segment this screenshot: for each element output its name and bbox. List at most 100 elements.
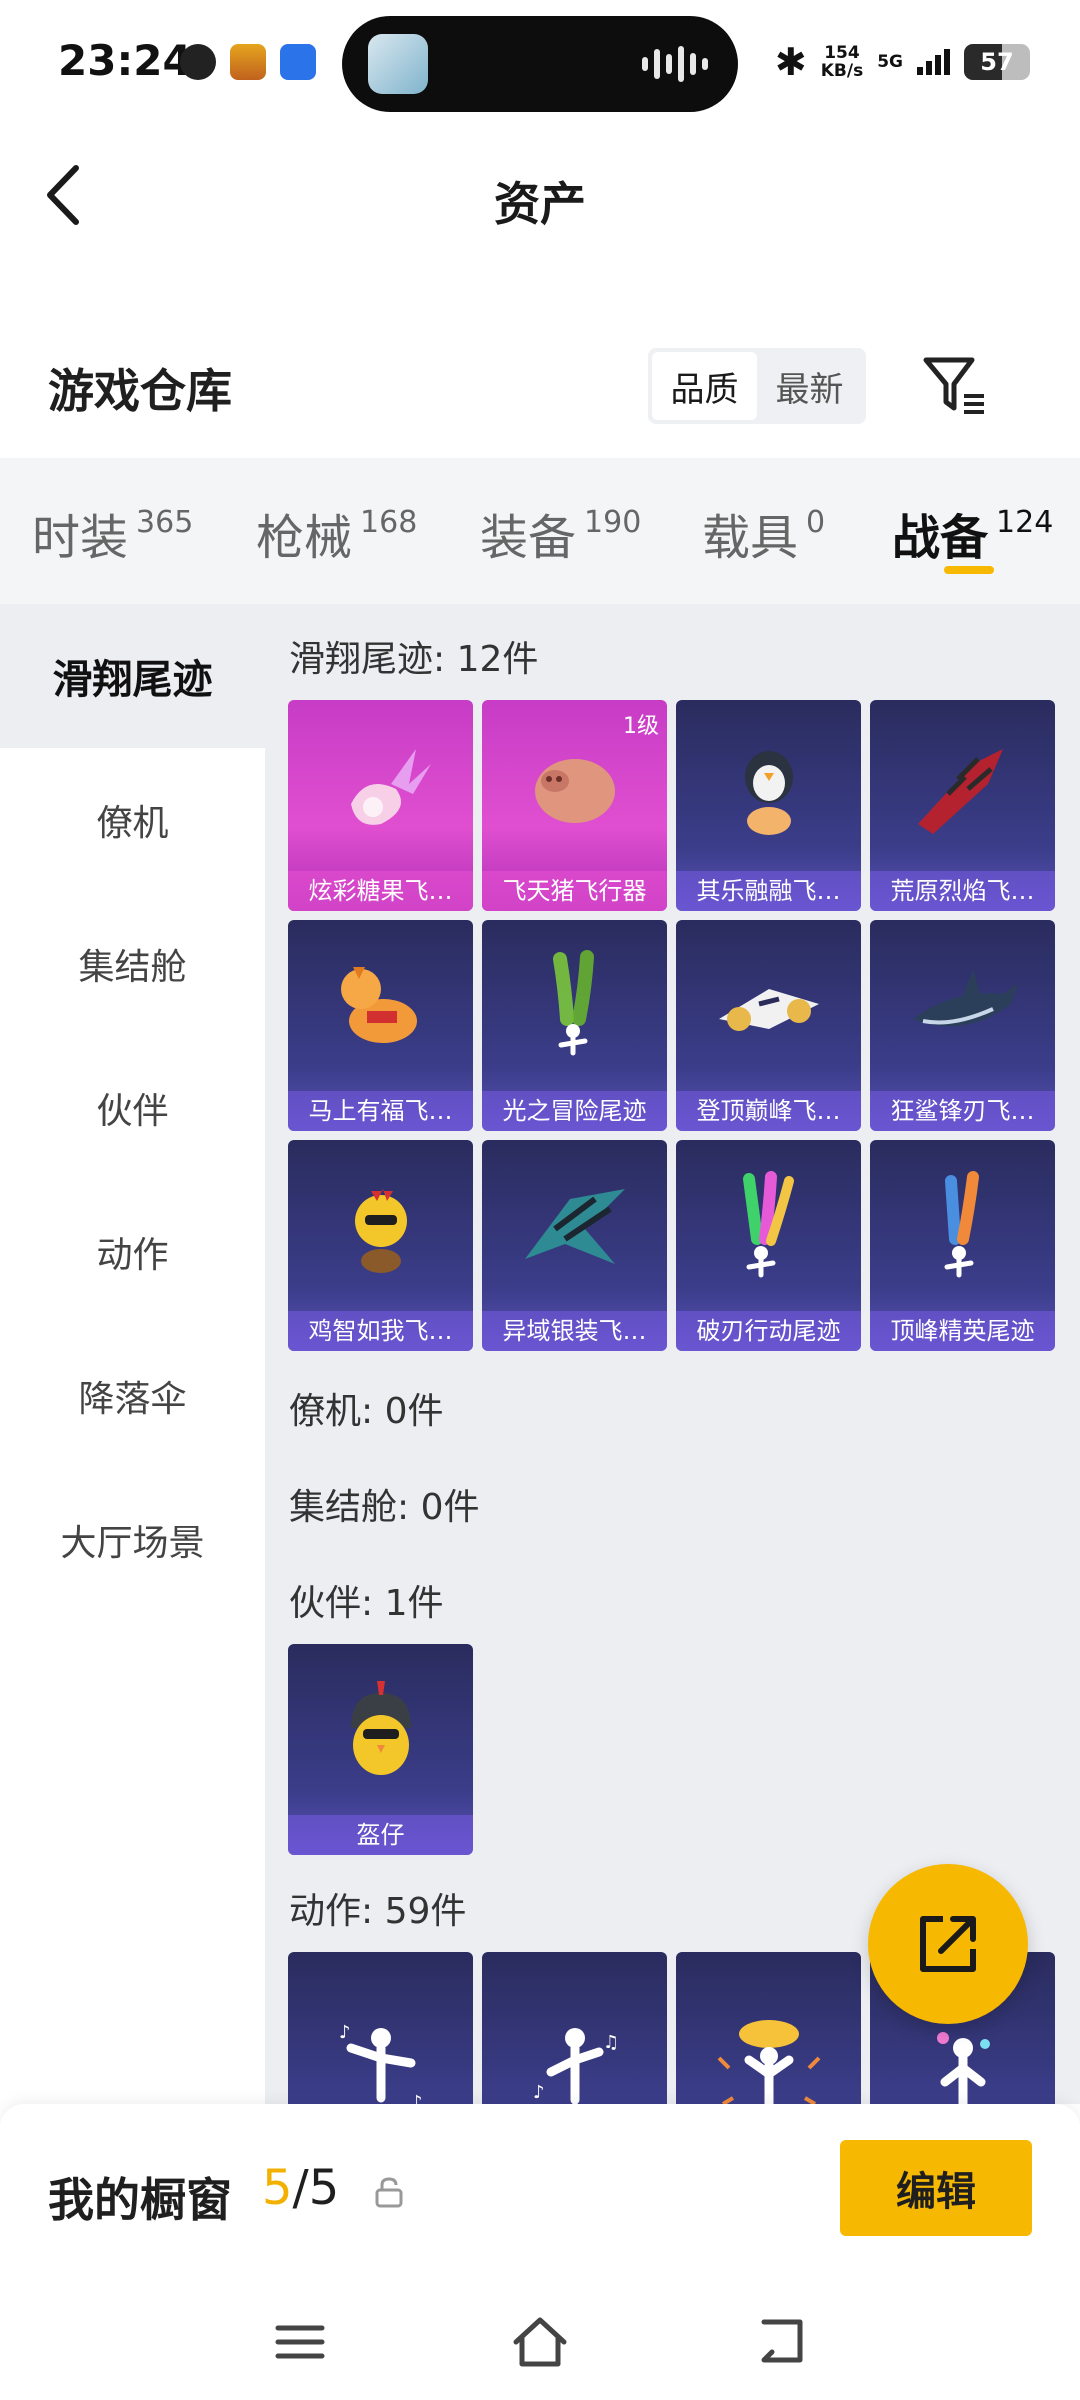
section-title-wingman: 僚机: 0件 (289, 1391, 444, 1432)
filter-icon[interactable] (920, 352, 990, 418)
menu-icon[interactable] (270, 2312, 330, 2372)
home-icon[interactable] (510, 2312, 570, 2372)
partner-grid: 盔仔 (288, 1644, 1055, 1855)
game-notification-icon (230, 44, 266, 80)
item-card[interactable]: 狂鲨锋刃飞… (870, 920, 1055, 1131)
back-nav-icon[interactable] (752, 2312, 812, 2372)
item-card[interactable]: 1级 飞天猪飞行器 (482, 700, 667, 911)
svg-text:♪: ♪ (339, 2022, 351, 2043)
item-card[interactable]: 破刃行动尾迹 (676, 1140, 861, 1351)
sort-toggle: 品质 最新 (648, 348, 866, 424)
svg-text:♫: ♫ (603, 2032, 619, 2053)
tab-vehicles[interactable]: 载具 0 (702, 498, 825, 568)
network-type: 5G (877, 52, 903, 72)
glide-grid: 炫彩糖果飞… 1级 飞天猪飞行器 其乐融融飞… 荒原烈焰飞… 马上有福飞… 光之… (288, 700, 1055, 1351)
tab-equipment[interactable]: 装备 190 (480, 498, 641, 568)
sidebar-item-glide-trail[interactable]: 滑翔尾迹 (0, 604, 265, 748)
item-label: 荒原烈焰飞… (870, 871, 1055, 911)
section-title-assembly: 集结舱: 0件 (289, 1487, 480, 1528)
item-card[interactable]: 鸡智如我飞… (288, 1140, 473, 1351)
share-icon (920, 1916, 976, 1972)
item-card[interactable]: 顶峰精英尾迹 (870, 1140, 1055, 1351)
item-card[interactable]: 异域银装飞… (482, 1140, 667, 1351)
section-title-glide: 滑翔尾迹: 12件 (289, 639, 539, 680)
svg-text:♪: ♪ (533, 2082, 545, 2103)
wing-glider-icon (524, 1188, 625, 1264)
music-emote-icon: ♫♪ (533, 2028, 619, 2104)
showcase-total: /5 (292, 2160, 340, 2216)
candy-glider-icon (350, 748, 431, 825)
notification-icons (180, 44, 316, 80)
rainbow-trail-icon (742, 1170, 794, 1278)
item-card[interactable]: 炫彩糖果飞… (288, 700, 473, 911)
green-trail-icon (552, 949, 594, 1056)
item-card[interactable]: ♪ ♪ (288, 1952, 473, 2104)
svg-text:♪: ♪ (411, 2092, 423, 2104)
lock-icon (375, 2177, 403, 2208)
net-speed: 154 KB/s (820, 43, 864, 81)
item-label: 光之冒险尾迹 (482, 1091, 667, 1131)
flying-pig-icon (534, 758, 615, 823)
status-time: 23:24 (58, 36, 192, 85)
sidebar-item-wingman[interactable]: 僚机 (0, 748, 265, 892)
item-label: 飞天猪飞行器 (482, 871, 667, 911)
penguin-glider-icon (744, 750, 793, 835)
item-card[interactable]: 盔仔 (288, 1644, 473, 1855)
item-label: 登顶巅峰飞… (676, 1091, 861, 1131)
item-card[interactable]: 登顶巅峰飞… (676, 920, 861, 1131)
flame-glider-icon (917, 748, 1003, 834)
horse-glider-icon (340, 966, 417, 1043)
broadcast-notification-icon (280, 44, 316, 80)
shark-glider-icon (912, 968, 1018, 1026)
sort-quality-button[interactable]: 品质 (652, 352, 757, 420)
status-bar: 23:24 ✱ 154 KB/s 5G 57 (0, 0, 1080, 130)
active-tab-indicator (944, 566, 994, 574)
audio-wave-icon (642, 46, 708, 82)
sidebar-item-lobby-scene[interactable]: 大厅场景 (0, 1468, 265, 1612)
category-tabs: 时装 365 枪械 168 装备 190 载具 0 战备 124 (0, 458, 1080, 604)
battery-icon: 57 (964, 44, 1030, 80)
section-title-partner: 伙伴: 1件 (289, 1583, 444, 1624)
fire-trail-icon (944, 1170, 979, 1278)
item-card[interactable]: 马上有福飞… (288, 920, 473, 1131)
sidebar-item-parachute[interactable]: 降落伞 (0, 1324, 265, 1468)
showcase-current: 5 (262, 2160, 293, 2216)
tab-guns[interactable]: 枪械 168 (256, 498, 417, 568)
warehouse-title: 游戏仓库 (48, 364, 232, 418)
sidebar-item-assembly-pod[interactable]: 集结舱 (0, 892, 265, 1036)
item-card[interactable]: 光之冒险尾迹 (482, 920, 667, 1131)
tab-fashion[interactable]: 时装 365 (32, 498, 193, 568)
item-label: 异域银装飞… (482, 1311, 667, 1351)
bluetooth-icon: ✱ (774, 40, 807, 84)
item-card[interactable]: ♫ ♪ (482, 1952, 667, 2104)
chicken-glider-icon (354, 1188, 407, 1273)
signal-icon (917, 49, 950, 75)
item-card[interactable]: 其乐融融飞… (676, 700, 861, 911)
sidebar-item-partner[interactable]: 伙伴 (0, 1036, 265, 1180)
sidebar-item-emote[interactable]: 动作 (0, 1180, 265, 1324)
status-right: ✱ 154 KB/s 5G 57 (775, 40, 1030, 84)
item-label: 炫彩糖果飞… (288, 871, 473, 911)
showcase-bar: 我的橱窗 5/5 编辑 (0, 2104, 1080, 2284)
battery-level: 57 (980, 48, 1014, 76)
edit-button[interactable]: 编辑 (840, 2140, 1032, 2236)
item-label: 盔仔 (288, 1815, 473, 1855)
item-card[interactable]: 荒原烈焰飞… (870, 700, 1055, 911)
item-card[interactable] (676, 1952, 861, 2104)
sort-newest-button[interactable]: 最新 (757, 352, 862, 420)
item-label: 狂鲨锋刃飞… (870, 1091, 1055, 1131)
item-label: 顶峰精英尾迹 (870, 1311, 1055, 1351)
item-label: 破刃行动尾迹 (676, 1311, 861, 1351)
item-label: 鸡智如我飞… (288, 1311, 473, 1351)
item-label: 马上有福飞… (288, 1091, 473, 1131)
section-title-emote: 动作: 59件 (289, 1891, 467, 1932)
share-button[interactable] (868, 1864, 1028, 2024)
category-sidebar: 滑翔尾迹 僚机 集结舱 伙伴 动作 降落伞 大厅场景 (0, 604, 265, 2104)
helmet-chick-icon (350, 1680, 411, 1775)
tab-combat-gear[interactable]: 战备 124 (892, 498, 1053, 568)
dynamic-island[interactable] (342, 16, 738, 112)
showcase-label: 我的橱窗 (48, 2173, 232, 2227)
item-label: 其乐融融飞… (676, 871, 861, 911)
dance-emote-icon: ♪♪ (339, 2022, 423, 2104)
page-title: 资产 (494, 177, 586, 231)
